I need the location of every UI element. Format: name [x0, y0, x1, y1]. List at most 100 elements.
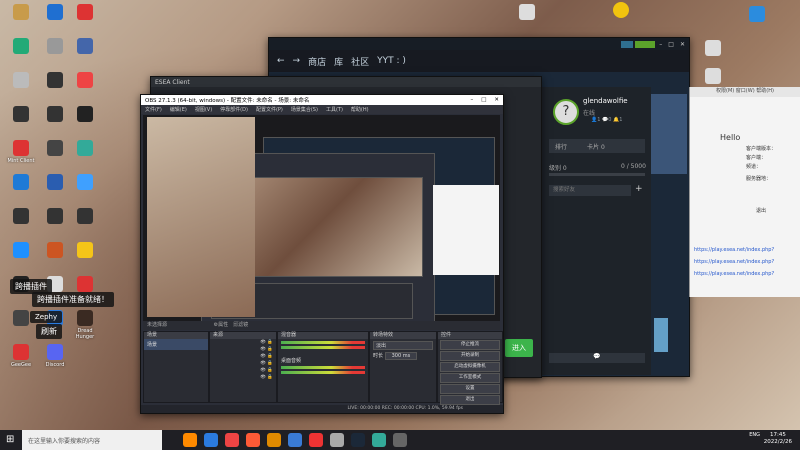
visibility-lock-icon[interactable]: 👁 🔒 — [260, 375, 273, 380]
desktop-icon[interactable] — [4, 38, 38, 56]
play-button[interactable]: 进入 — [505, 339, 533, 357]
add-friend-icon[interactable]: + — [635, 184, 643, 194]
control-button[interactable]: 设置 — [440, 384, 500, 394]
desktop-icon[interactable]: Dread Hunger — [68, 310, 102, 340]
desktop-icon[interactable] — [4, 4, 38, 22]
taskbar-app-icon[interactable] — [225, 433, 239, 447]
control-button[interactable]: 开始录制 — [440, 351, 500, 361]
toast-refresh[interactable]: 刷新 — [36, 324, 62, 339]
desktop-icon[interactable] — [38, 242, 72, 260]
desktop-icon[interactable] — [68, 72, 102, 90]
obs-menu-item[interactable]: 视图(V) — [195, 106, 212, 113]
desktop-icon[interactable] — [68, 140, 102, 158]
visibility-lock-icon[interactable]: 👁 🔒 — [260, 368, 273, 373]
taskbar-app-icon[interactable] — [183, 433, 197, 447]
windows-start-icon[interactable]: ⊞ — [6, 434, 14, 445]
maximize-icon[interactable]: □ — [481, 97, 486, 103]
close-icon[interactable]: ✕ — [494, 97, 499, 103]
nav-library[interactable]: 库 — [334, 55, 343, 68]
obs-menu-item[interactable]: 编辑(E) — [170, 106, 187, 113]
taskbar-app-icon[interactable] — [372, 433, 386, 447]
taskbar-app-icon[interactable] — [330, 433, 344, 447]
taskbar-app-icon[interactable] — [393, 433, 407, 447]
desktop-icon[interactable] — [68, 4, 102, 22]
scene-item[interactable]: 场景 — [144, 339, 208, 350]
source-item[interactable]: 👁 🔒 — [210, 374, 276, 381]
close-icon[interactable]: ✕ — [680, 41, 685, 48]
desktop-icon[interactable] — [604, 2, 638, 20]
control-button[interactable]: 工作室模式 — [440, 373, 500, 383]
avatar[interactable]: ? — [553, 99, 579, 125]
url-line[interactable]: https://play.esea.net/index.php? — [694, 259, 774, 265]
taskbar-app-icon[interactable] — [246, 433, 260, 447]
taskbar-app-icon[interactable] — [204, 433, 218, 447]
desktop-icon[interactable] — [68, 174, 102, 192]
control-button[interactable]: 退出 — [440, 395, 500, 405]
taskbar-app-icon[interactable] — [309, 433, 323, 447]
desktop-icon[interactable] — [38, 38, 72, 56]
url-line[interactable]: https://play.esea.net/index.php? — [694, 247, 774, 253]
desktop-icon[interactable] — [696, 40, 730, 58]
desktop-icon[interactable] — [696, 68, 730, 86]
desktop-icon[interactable] — [38, 106, 72, 124]
nav-store[interactable]: 商店 — [308, 55, 326, 68]
desktop-icon[interactable] — [38, 140, 72, 158]
obs-menu-item[interactable]: 配置文件(P) — [256, 106, 283, 113]
desktop-icon[interactable] — [4, 106, 38, 124]
forward-icon[interactable]: → — [293, 56, 301, 66]
duration-input[interactable]: 300 ms — [384, 352, 418, 360]
obs-menu-item[interactable]: 场景集合(S) — [291, 106, 318, 113]
chat-icon[interactable]: 💬 — [549, 353, 645, 363]
visibility-lock-icon[interactable]: 👁 🔒 — [260, 354, 273, 359]
control-button[interactable]: 停止推流 — [440, 340, 500, 350]
taskbar-app-icon[interactable] — [288, 433, 302, 447]
desktop-icon[interactable] — [68, 38, 102, 56]
desktop-icon[interactable]: Discord — [38, 344, 72, 368]
logout-link[interactable]: 退出 — [756, 207, 766, 214]
obs-menu-item[interactable]: 停靠部件(D) — [220, 106, 248, 113]
desktop-icon[interactable] — [4, 72, 38, 90]
obs-menu-item[interactable]: 文件(F) — [145, 106, 162, 113]
source-item[interactable]: 👁 🔒 — [210, 360, 276, 367]
source-item[interactable]: 👁 🔒 — [210, 367, 276, 374]
obs-preview[interactable] — [143, 115, 500, 321]
desktop-icon[interactable] — [4, 208, 38, 226]
taskbar-search-input[interactable]: 在这里输入你要搜索的内容 — [22, 430, 162, 450]
taskbar-app-icon[interactable] — [267, 433, 281, 447]
desktop-icon[interactable] — [38, 208, 72, 226]
desktop-icon[interactable]: Mint Client — [4, 140, 38, 164]
desktop-icon[interactable] — [68, 242, 102, 260]
transition-select[interactable]: 淡出 — [373, 341, 433, 350]
friend-search-input[interactable]: 搜索好友 — [549, 185, 631, 196]
obs-menu-item[interactable]: 工具(T) — [326, 106, 343, 113]
visibility-lock-icon[interactable]: 👁 🔒 — [260, 361, 273, 366]
desktop-icon[interactable] — [4, 242, 38, 260]
minimize-icon[interactable]: – — [659, 41, 662, 48]
obs-menu-item[interactable]: 帮助(H) — [351, 106, 369, 113]
desktop-icon[interactable] — [38, 4, 72, 22]
desktop-icon[interactable] — [510, 4, 544, 22]
desktop-icon[interactable] — [68, 106, 102, 124]
game-banner[interactable] — [649, 94, 687, 174]
desktop-icon[interactable] — [4, 174, 38, 192]
source-item[interactable]: 👁 🔒 — [210, 353, 276, 360]
source-item[interactable]: 👁 🔒 — [210, 346, 276, 353]
desktop-icon[interactable] — [68, 208, 102, 226]
control-button[interactable]: 启动虚拟摄像机 — [440, 362, 500, 372]
game-thumb[interactable] — [654, 318, 668, 352]
clock[interactable]: 17:45 2022/2/26 — [764, 432, 792, 446]
nav-username[interactable]: YYT : ) — [377, 56, 406, 66]
desktop-icon[interactable] — [38, 72, 72, 90]
url-line[interactable]: https://play.esea.net/index.php? — [694, 271, 774, 277]
visibility-lock-icon[interactable]: 👁 🔒 — [260, 347, 273, 352]
visibility-lock-icon[interactable]: 👁 🔒 — [260, 340, 273, 345]
friend-name[interactable]: glendawolfie — [583, 97, 628, 105]
nav-community[interactable]: 社区 — [351, 55, 369, 68]
back-icon[interactable]: ← — [277, 56, 285, 66]
taskbar-app-icon[interactable] — [351, 433, 365, 447]
source-item[interactable]: 👁 🔒 — [210, 339, 276, 346]
desktop-icon[interactable]: GeeGee — [4, 344, 38, 368]
minimize-icon[interactable]: – — [470, 97, 473, 103]
maximize-icon[interactable]: □ — [668, 41, 674, 48]
lang-indicator[interactable]: ENG — [749, 432, 760, 438]
